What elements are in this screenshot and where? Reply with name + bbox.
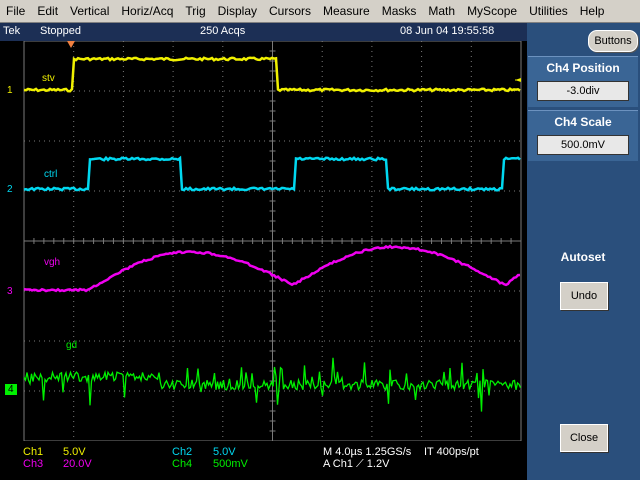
ch2-name: Ch2 [172, 446, 193, 458]
ch4-name: Ch4 [172, 458, 193, 470]
ch1-label: stv [42, 73, 55, 84]
interpolation-readout: IT 400ps/pt [424, 446, 479, 458]
ch4-marker[interactable]: 4 [5, 384, 17, 395]
close-button[interactable]: Close [560, 424, 608, 452]
ch2-scale[interactable]: 5.0V [213, 446, 236, 458]
menu-display[interactable]: Display [212, 0, 263, 22]
menu-masks[interactable]: Masks [376, 0, 423, 22]
ch1-name: Ch1 [23, 446, 44, 458]
menu-file[interactable]: File [0, 0, 31, 22]
menu-myscope[interactable]: MyScope [461, 0, 523, 22]
date-time: 08 Jun 04 19:55:58 [400, 25, 495, 37]
ch2-marker[interactable]: 2 [7, 184, 13, 195]
ch3-scale[interactable]: 20.0V [63, 458, 92, 470]
ch3-label: vgh [44, 257, 61, 268]
menu-measure[interactable]: Measure [317, 0, 376, 22]
ch4-label: gd [66, 340, 78, 351]
status-bar: Tek Stopped 250 Acqs 08 Jun 04 19:55:58 [0, 23, 527, 41]
ch4-scale-field[interactable]: 500.0mV [537, 135, 629, 155]
ch3-marker[interactable]: 3 [7, 286, 13, 297]
ch4-scale[interactable]: 500mV [213, 458, 248, 470]
ch4-position-control: Ch4 Position -3.0div [528, 56, 638, 107]
menu-utilities[interactable]: Utilities [523, 0, 574, 22]
acquisition-state: Stopped [40, 25, 81, 37]
acquisition-count: 250 Acqs [200, 25, 246, 37]
ch1-marker[interactable]: 1 [7, 85, 13, 96]
menu-cursors[interactable]: Cursors [263, 0, 317, 22]
ch4-scale-control: Ch4 Scale 500.0mV [528, 110, 638, 161]
ch4-position-field[interactable]: -3.0div [537, 81, 629, 101]
autoset-title: Autoset [560, 250, 606, 264]
menu-help[interactable]: Help [574, 0, 611, 22]
menu-vertical[interactable]: Vertical [64, 0, 115, 22]
trigger-readout[interactable]: A Ch1 ⟋ 1.2V [323, 458, 389, 471]
timebase-readout[interactable]: M 4.0µs 1.25GS/s [323, 446, 411, 458]
buttons-toggle-button[interactable]: Buttons [588, 30, 638, 52]
readout-panel: Ch1 5.0V Ch3 20.0V Ch2 5.0V Ch4 500mV M … [0, 441, 527, 480]
undo-button[interactable]: Undo [560, 282, 608, 310]
brand-label: Tek [3, 25, 21, 37]
ch2-label: ctrl [44, 169, 58, 180]
ch3-name: Ch3 [23, 458, 44, 470]
menu-edit[interactable]: Edit [31, 0, 64, 22]
menu-horiz-acq[interactable]: Horiz/Acq [115, 0, 179, 22]
waveform-display[interactable] [0, 41, 527, 441]
menu-bar: File Edit Vertical Horiz/Acq Trig Display Curs… [0, 0, 640, 23]
ch4-scale-title: Ch4 Scale [554, 115, 612, 129]
ch1-scale[interactable]: 5.0V [63, 446, 86, 458]
menu-math[interactable]: Math [422, 0, 461, 22]
ch4-position-title: Ch4 Position [546, 61, 620, 75]
menu-trig[interactable]: Trig [179, 0, 211, 22]
